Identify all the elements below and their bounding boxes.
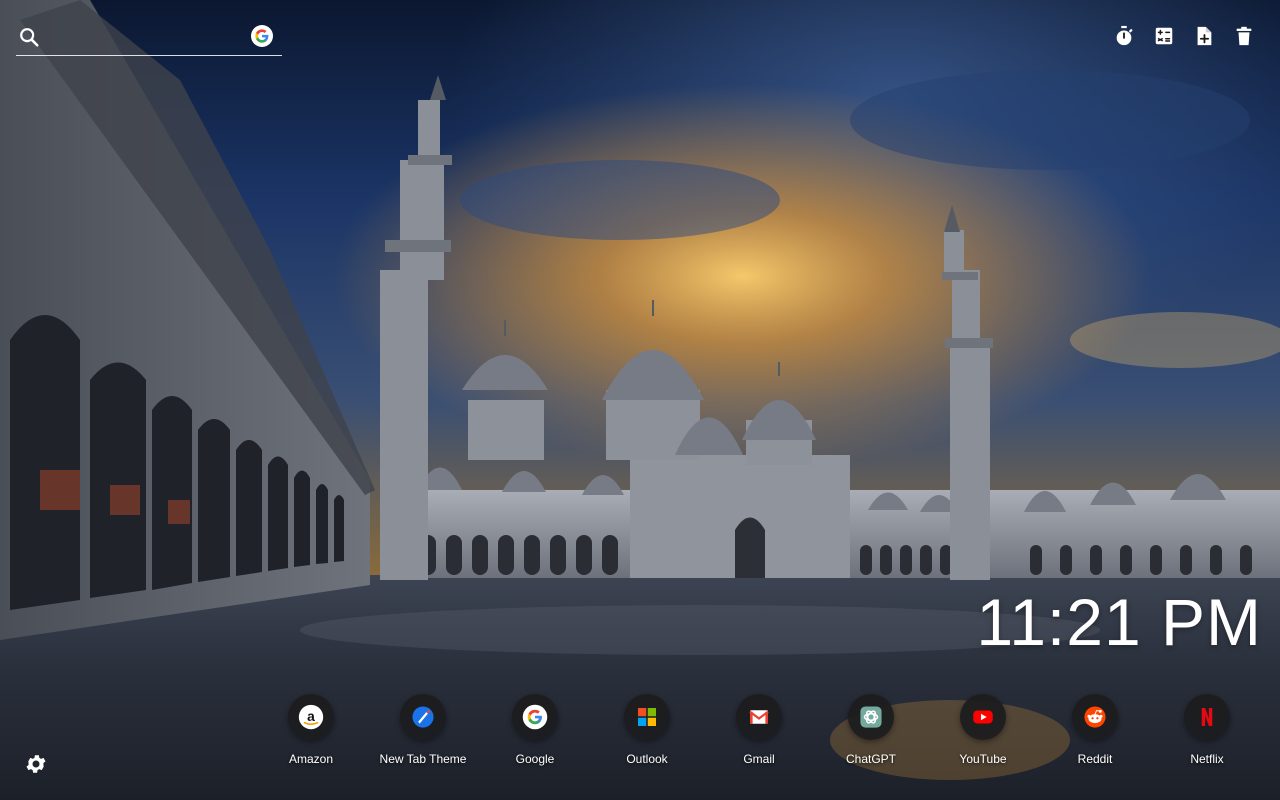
shortcut-outlook[interactable]: Outlook [591,694,703,766]
netflix-icon [1184,694,1230,740]
youtube-icon [960,694,1006,740]
shortcut-label: YouTube [959,752,1007,766]
shortcut-label: Amazon [288,752,334,766]
calculator-icon[interactable] [1152,24,1176,48]
clock-time: 11:21 PM [976,585,1262,659]
search-bar [16,22,282,56]
svg-text:a: a [307,708,315,724]
chatgpt-icon [848,694,894,740]
shortcuts-dock: a Amazon New Tab Theme Google Outlook Gm… [255,694,1263,774]
toolbar [1112,24,1256,48]
google-icon [512,694,558,740]
shortcut-label: Gmail [743,752,775,766]
shortcut-label: Google [515,752,555,766]
shortcut-label: ChatGPT [845,752,896,766]
shortcut-netflix[interactable]: Netflix [1151,694,1263,766]
gear-icon[interactable] [24,752,48,776]
wallpaper-mosque [0,0,1280,800]
shortcut-label: Reddit [1077,752,1113,766]
add-note-icon[interactable] [1192,24,1216,48]
google-icon[interactable] [251,25,273,47]
shortcut-label: Outlook [626,752,668,766]
shortcut-google[interactable]: Google [479,694,591,766]
shortcut-new-tab-theme[interactable]: New Tab Theme [367,694,479,766]
reddit-icon [1072,694,1118,740]
shortcut-youtube[interactable]: YouTube [927,694,1039,766]
search-icon[interactable] [18,26,40,48]
shortcut-label: Netflix [1190,752,1224,766]
amazon-icon: a [288,694,334,740]
gmail-icon [736,694,782,740]
shortcut-gmail[interactable]: Gmail [703,694,815,766]
shortcut-reddit[interactable]: Reddit [1039,694,1151,766]
new-tab-theme-icon [400,694,446,740]
stopwatch-icon[interactable] [1112,24,1136,48]
shortcut-amazon[interactable]: a Amazon [255,694,367,766]
shortcut-chatgpt[interactable]: ChatGPT [815,694,927,766]
shortcut-label: New Tab Theme [379,752,467,766]
outlook-icon [624,694,670,740]
trash-icon[interactable] [1232,24,1256,48]
search-input[interactable] [50,26,244,52]
